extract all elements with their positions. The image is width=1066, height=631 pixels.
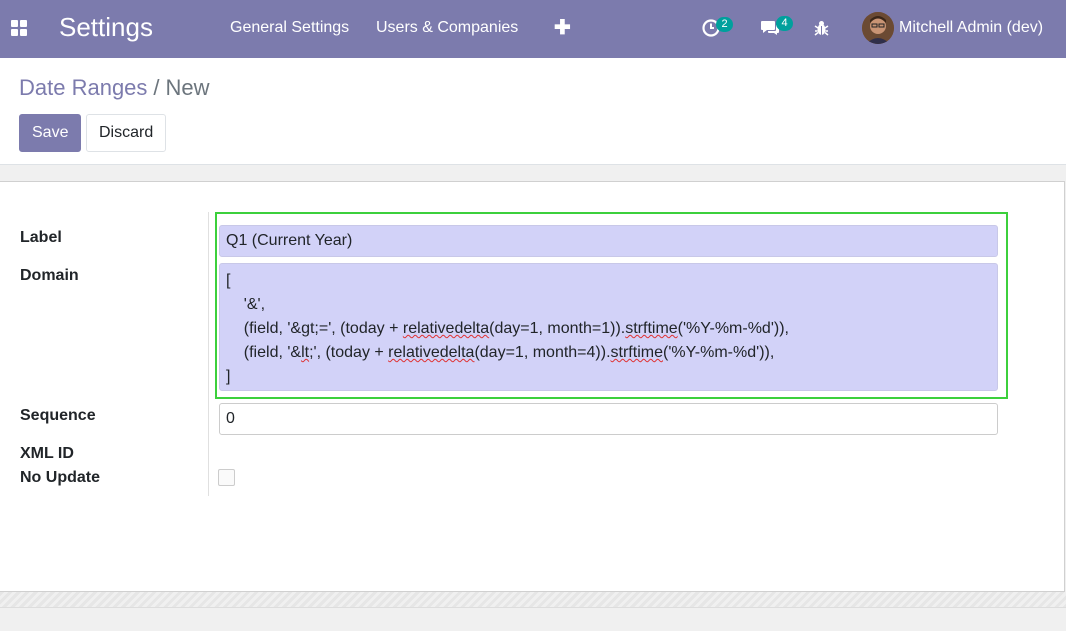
app-title: Settings bbox=[59, 12, 153, 42]
messages-button[interactable]: 4 bbox=[760, 16, 794, 40]
domain-line-3: (field, '&gt;=', (today + relativedelta(… bbox=[243, 320, 789, 337]
domain-line-1: [ bbox=[226, 272, 231, 289]
menu-general-settings[interactable]: General Settings bbox=[230, 19, 349, 37]
domain-line-2: '&', bbox=[243, 296, 266, 313]
label-field-label: Label bbox=[20, 229, 62, 246]
breadcrumb-current: New bbox=[165, 75, 210, 100]
form-sheet: Label Domain Sequence XML ID No Update Q… bbox=[0, 181, 1065, 592]
domain-line-4: (field, '&lt;', (today + relativedelta(d… bbox=[243, 344, 775, 361]
chatter-divider bbox=[0, 592, 1066, 608]
activities-button[interactable]: 2 bbox=[702, 16, 733, 40]
menu-users-companies[interactable]: Users & Companies bbox=[376, 19, 518, 37]
noupdate-checkbox[interactable] bbox=[218, 469, 235, 486]
breadcrumb-date-ranges[interactable]: Date Ranges bbox=[19, 75, 147, 100]
breadcrumb-separator: / bbox=[153, 75, 160, 100]
messages-badge: 4 bbox=[776, 16, 793, 31]
sequence-input[interactable]: 0 bbox=[219, 403, 998, 435]
apps-icon[interactable] bbox=[10, 19, 28, 37]
column-divider bbox=[208, 212, 209, 496]
avatar[interactable] bbox=[862, 12, 894, 44]
plus-icon[interactable]: ✚ bbox=[554, 18, 571, 38]
activities-badge: 2 bbox=[716, 17, 733, 32]
discard-button[interactable]: Discard bbox=[86, 114, 166, 152]
domain-textarea[interactable]: [ '&', (field, '&gt;=', (today + relativ… bbox=[219, 263, 998, 391]
top-navbar: Settings General Settings Users & Compan… bbox=[0, 0, 1066, 58]
xmlid-field-label: XML ID bbox=[20, 445, 74, 462]
sequence-field-label: Sequence bbox=[20, 407, 96, 424]
control-panel: Date Ranges / New Save Discard bbox=[0, 58, 1066, 165]
save-button[interactable]: Save bbox=[19, 114, 81, 152]
label-input[interactable]: Q1 (Current Year) bbox=[219, 225, 998, 257]
noupdate-field-label: No Update bbox=[20, 469, 100, 486]
user-menu[interactable]: Mitchell Admin (dev) bbox=[899, 19, 1043, 37]
breadcrumb: Date Ranges / New bbox=[19, 75, 210, 101]
bug-icon[interactable] bbox=[814, 20, 829, 36]
domain-line-5: ] bbox=[226, 368, 231, 385]
domain-field-label: Domain bbox=[20, 267, 79, 284]
